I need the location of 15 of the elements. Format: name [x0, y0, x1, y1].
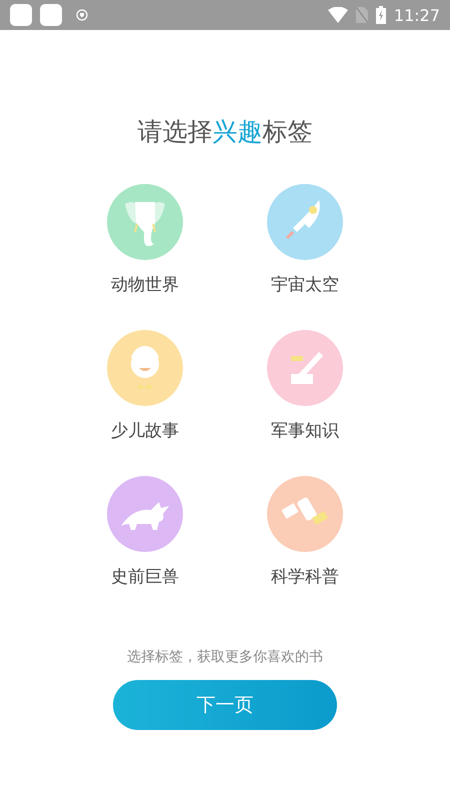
topic-option[interactable]: 史前巨兽: [65, 476, 225, 588]
battery-charging-icon: [376, 6, 386, 24]
shield-icon: [76, 9, 88, 21]
topic-option[interactable]: 动物世界: [65, 184, 225, 296]
clock-time: 11:27: [394, 6, 440, 24]
notification-icon: [10, 4, 32, 26]
page-title: 请选择兴趣标签: [138, 116, 312, 148]
topic-option[interactable]: 军事知识: [225, 330, 385, 442]
no-sim-icon: [356, 7, 368, 23]
topic-option[interactable]: 少儿故事: [65, 330, 225, 442]
topic-option[interactable]: 宇宙太空: [225, 184, 385, 296]
topic-option[interactable]: 科学科普: [225, 476, 385, 588]
wifi-icon: [328, 7, 348, 23]
hint-text: 选择标签，获取更多你喜欢的书: [127, 648, 323, 666]
notification-icon: [40, 4, 62, 26]
